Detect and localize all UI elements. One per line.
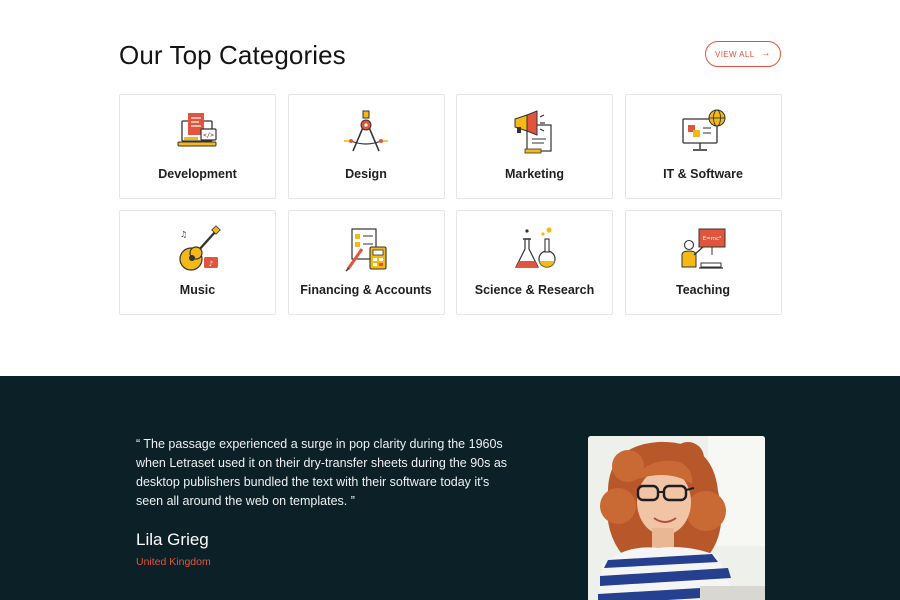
svg-text:</>: </> <box>203 132 214 139</box>
category-card-it-software[interactable]: IT & Software <box>624 94 782 199</box>
categories-grid: </> Development Design Marketing IT & So… <box>119 94 782 315</box>
category-card-marketing[interactable]: Marketing <box>456 94 613 199</box>
testimonial-country: United Kingdom <box>136 556 211 568</box>
section-title: Our Top Categories <box>119 40 346 70</box>
category-card-music[interactable]: ♪ ♫ Music <box>119 210 276 315</box>
category-card-science-research[interactable]: Science & Research <box>456 210 613 315</box>
svg-text:♫: ♫ <box>180 230 187 239</box>
top-categories-section: Our Top Categories VIEW ALL → </> Develo… <box>0 0 900 376</box>
testimonial-author: Lila Grieg <box>136 530 209 549</box>
flask-icon <box>514 227 556 268</box>
arrow-right-icon: → <box>760 48 772 59</box>
view-all-label: VIEW ALL <box>714 49 755 59</box>
category-card-teaching[interactable]: E=mc² Teaching <box>624 210 782 315</box>
monitor-globe-icon <box>682 109 726 151</box>
megaphone-icon <box>514 110 552 154</box>
category-label: Design <box>345 167 387 181</box>
svg-text:E=mc²: E=mc² <box>703 235 722 242</box>
compass-icon <box>344 110 388 152</box>
view-all-button[interactable]: VIEW ALL → <box>705 41 781 67</box>
category-label: IT & Software <box>663 167 743 181</box>
svg-text:♪: ♪ <box>208 260 212 268</box>
calculator-icon <box>345 228 387 272</box>
category-label: Music <box>179 283 216 297</box>
teacher-board-icon: E=mc² <box>681 228 726 269</box>
testimonial-section: “ The passage experienced a surge in pop… <box>0 376 900 600</box>
category-label: Teaching <box>676 283 730 297</box>
category-label: Development <box>158 167 237 181</box>
category-label: Science & Research <box>474 283 595 297</box>
guitar-icon: ♪ ♫ <box>178 225 221 271</box>
laptop-code-icon: </> <box>177 113 217 147</box>
category-card-design[interactable]: Design <box>287 94 445 199</box>
category-label: Marketing <box>504 167 565 181</box>
category-label: Financing & Accounts <box>300 283 432 297</box>
testimonial-quote: “ The passage experienced a surge in pop… <box>136 437 508 508</box>
category-card-financing-accounts[interactable]: Financing & Accounts <box>287 210 445 315</box>
testimonial-photo <box>588 436 765 600</box>
category-card-development[interactable]: </> Development <box>119 94 276 199</box>
